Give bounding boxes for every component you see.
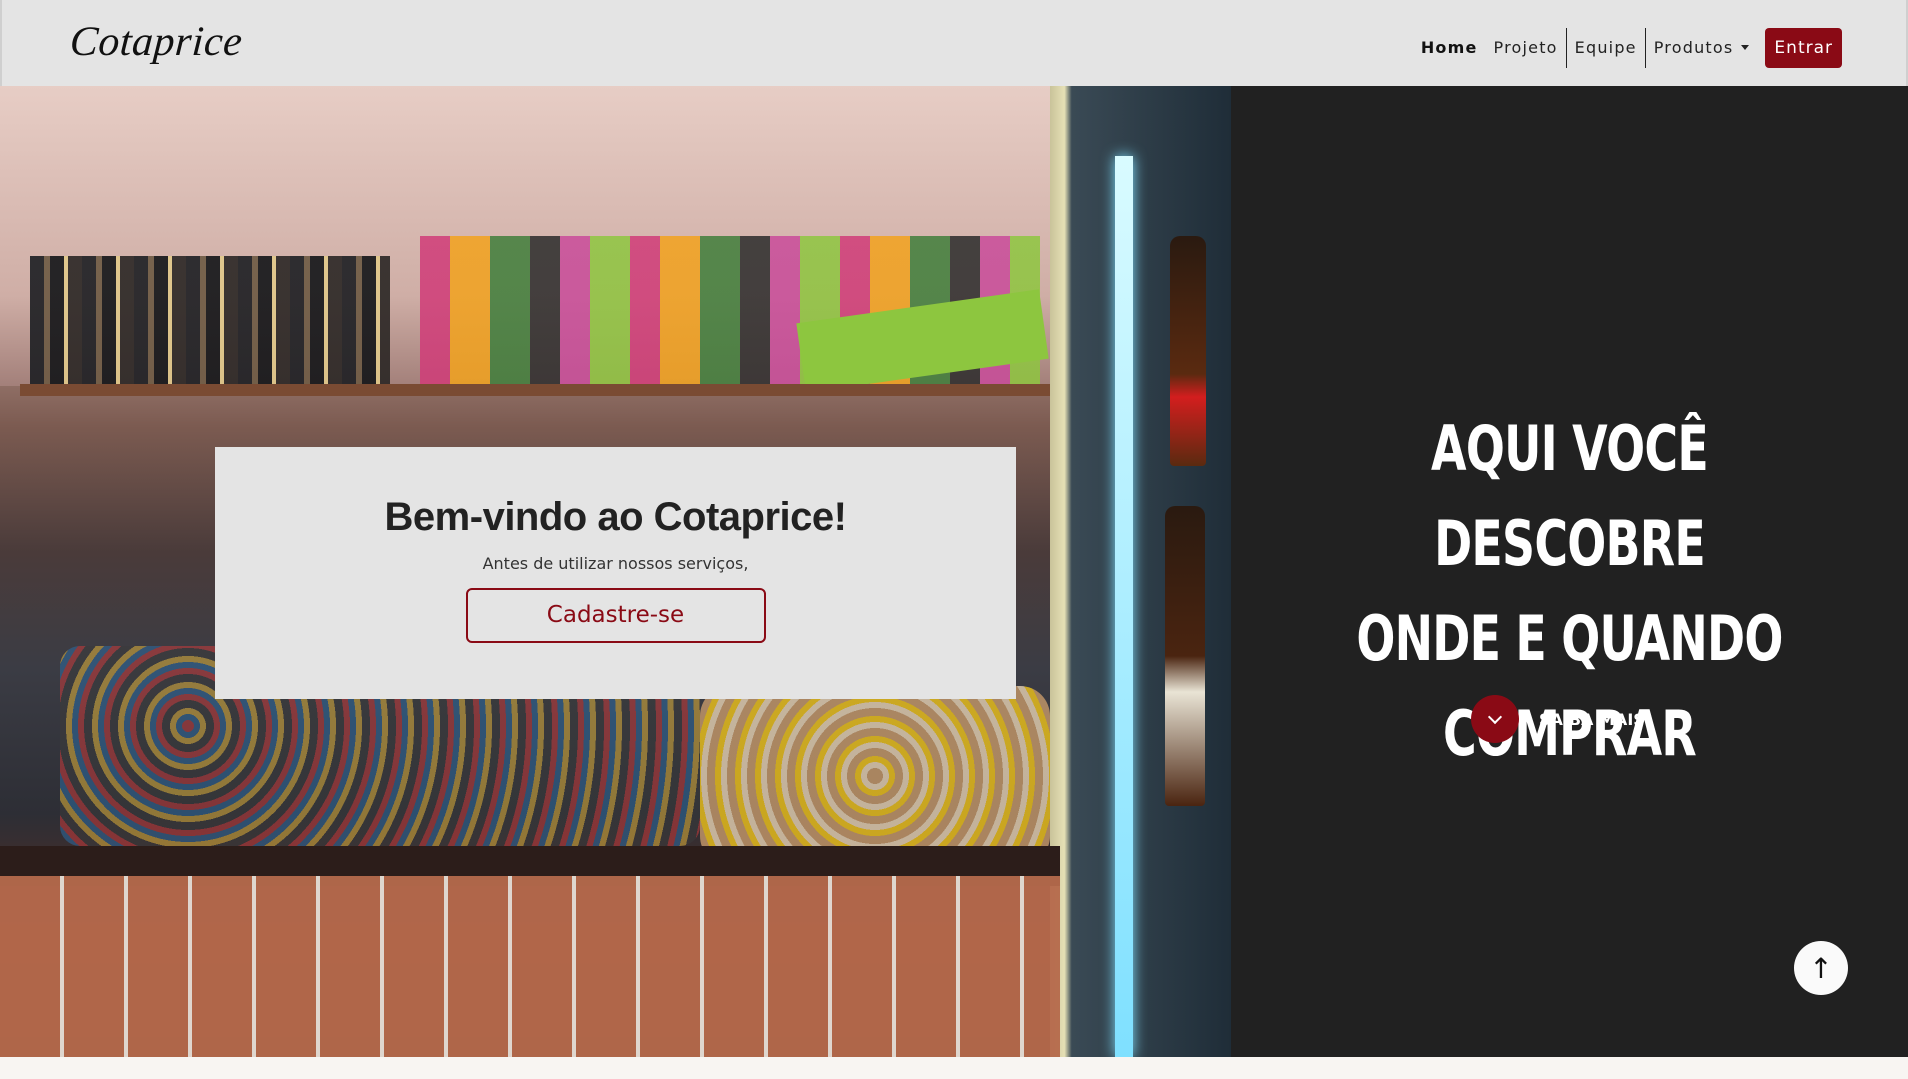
tagline-panel: AQUI VOCÊ DESCOBRE ONDE E QUANDO COMPRAR… [1231, 86, 1908, 1057]
login-button[interactable]: Entrar [1765, 28, 1842, 68]
photo-nuts [700, 686, 1050, 866]
welcome-subtitle: Antes de utilizar nossos serviços, [482, 554, 749, 573]
back-to-top-button[interactable]: ↑ [1794, 941, 1848, 995]
learn-more-link[interactable]: SAIBA MAIS [1471, 695, 1645, 743]
tagline-line: AQUI VOCÊ DESCOBRE [1431, 412, 1709, 580]
nav-equipe[interactable]: Equipe [1565, 28, 1645, 68]
photo-beer-bottle [1170, 236, 1206, 466]
page-bottom-strip [0, 1057, 1908, 1079]
photo-bottles [30, 256, 390, 386]
welcome-title: Bem-vindo ao Cotaprice! [384, 495, 847, 539]
welcome-card: Bem-vindo ao Cotaprice! Antes de utiliza… [215, 447, 1016, 699]
nav-produtos-label: Produtos [1653, 38, 1734, 57]
nav-projeto[interactable]: Projeto [1486, 28, 1566, 68]
tagline-line: ONDE E QUANDO [1356, 602, 1783, 675]
learn-more-label[interactable]: SAIBA MAIS [1539, 710, 1645, 729]
navbar: Cotaprice Home Projeto Equipe Produtos E… [0, 0, 1908, 86]
photo-fridge-light [1115, 156, 1133, 1057]
brand-logo[interactable]: Cotaprice [68, 18, 244, 66]
nav-produtos-dropdown[interactable]: Produtos [1644, 28, 1758, 68]
chevron-down-icon [1487, 709, 1503, 725]
photo-beer-bottle [1165, 506, 1205, 806]
caret-down-icon [1741, 45, 1750, 50]
arrow-up-icon: ↑ [1809, 951, 1833, 985]
nav-home[interactable]: Home [1413, 28, 1486, 68]
nav-menu: Home Projeto Equipe Produtos Entrar [1413, 28, 1842, 68]
signup-button[interactable]: Cadastre-se [465, 588, 766, 643]
learn-more-circle[interactable] [1471, 695, 1519, 743]
photo-shelf [20, 384, 1050, 396]
photo-counter [0, 876, 1060, 1057]
